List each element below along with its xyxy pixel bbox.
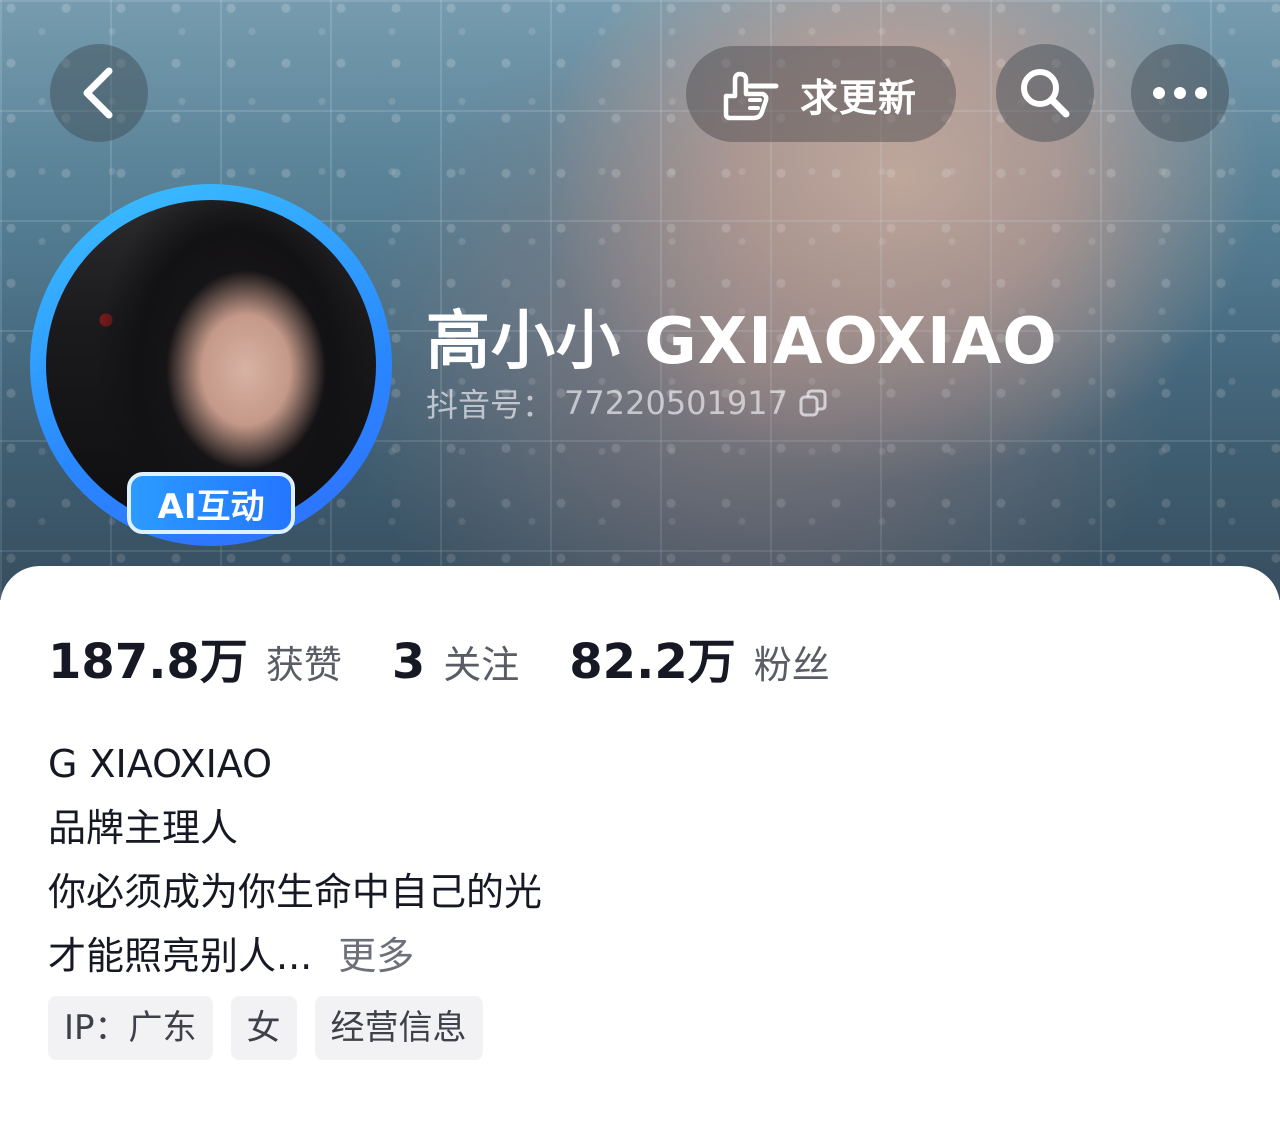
stat-followers-label: 粉丝 (753, 643, 830, 687)
profile-name: 高小小 GXIAOXIAO (426, 305, 1058, 379)
tag-list: IP：广东 女 经营信息 (48, 996, 483, 1060)
douyin-id-row[interactable]: 抖音号： 77220501917 (426, 380, 828, 426)
douyin-id-label: 抖音号： (426, 386, 555, 424)
tag-business-info[interactable]: 经营信息 (314, 996, 483, 1060)
bio-line: 你必须成为你生命中自己的光 (48, 870, 543, 914)
pointing-hand-icon (723, 71, 779, 121)
more-horizontal-icon (1153, 87, 1207, 99)
ai-interaction-badge[interactable]: AI互动 (127, 472, 295, 534)
stat-likes[interactable]: 187.8万 获赞 (48, 622, 342, 692)
bio-line-text: 才能照亮别人... (48, 934, 313, 978)
search-icon (1021, 69, 1070, 118)
back-button[interactable] (50, 44, 148, 142)
bio-line: G XIAOXIAO (48, 742, 273, 786)
douyin-id-value: 77220501917 (564, 384, 788, 422)
tag-ip-location: IP：广东 (48, 996, 213, 1060)
stat-likes-value: 187.8万 (48, 634, 248, 690)
bio-more-link[interactable]: 更多 (338, 934, 414, 978)
request-update-label: 求更新 (800, 75, 918, 120)
stat-followers-value: 82.2万 (569, 634, 736, 690)
copy-icon[interactable] (798, 388, 828, 418)
stat-following[interactable]: 3 关注 (392, 634, 519, 690)
bio: G XIAOXIAO 品牌主理人 你必须成为你生命中自己的光 才能照亮别人...… (48, 732, 542, 988)
stat-following-label: 关注 (443, 643, 520, 687)
bio-line: 品牌主理人 (48, 806, 239, 850)
more-button[interactable] (1131, 44, 1229, 142)
stat-followers[interactable]: 82.2万 粉丝 (569, 622, 829, 692)
stat-likes-label: 获赞 (265, 643, 342, 687)
bio-last-line: 才能照亮别人... 更多 (48, 924, 542, 988)
search-button[interactable] (996, 44, 1094, 142)
stat-following-value: 3 (391, 634, 426, 690)
tag-gender: 女 (230, 996, 297, 1060)
ai-interaction-badge-label: AI互动 (157, 486, 265, 527)
request-update-button[interactable]: 求更新 (686, 46, 956, 142)
chevron-left-icon (83, 67, 113, 119)
stats-row: 187.8万 获赞 3 关注 82.2万 粉丝 (48, 622, 880, 692)
